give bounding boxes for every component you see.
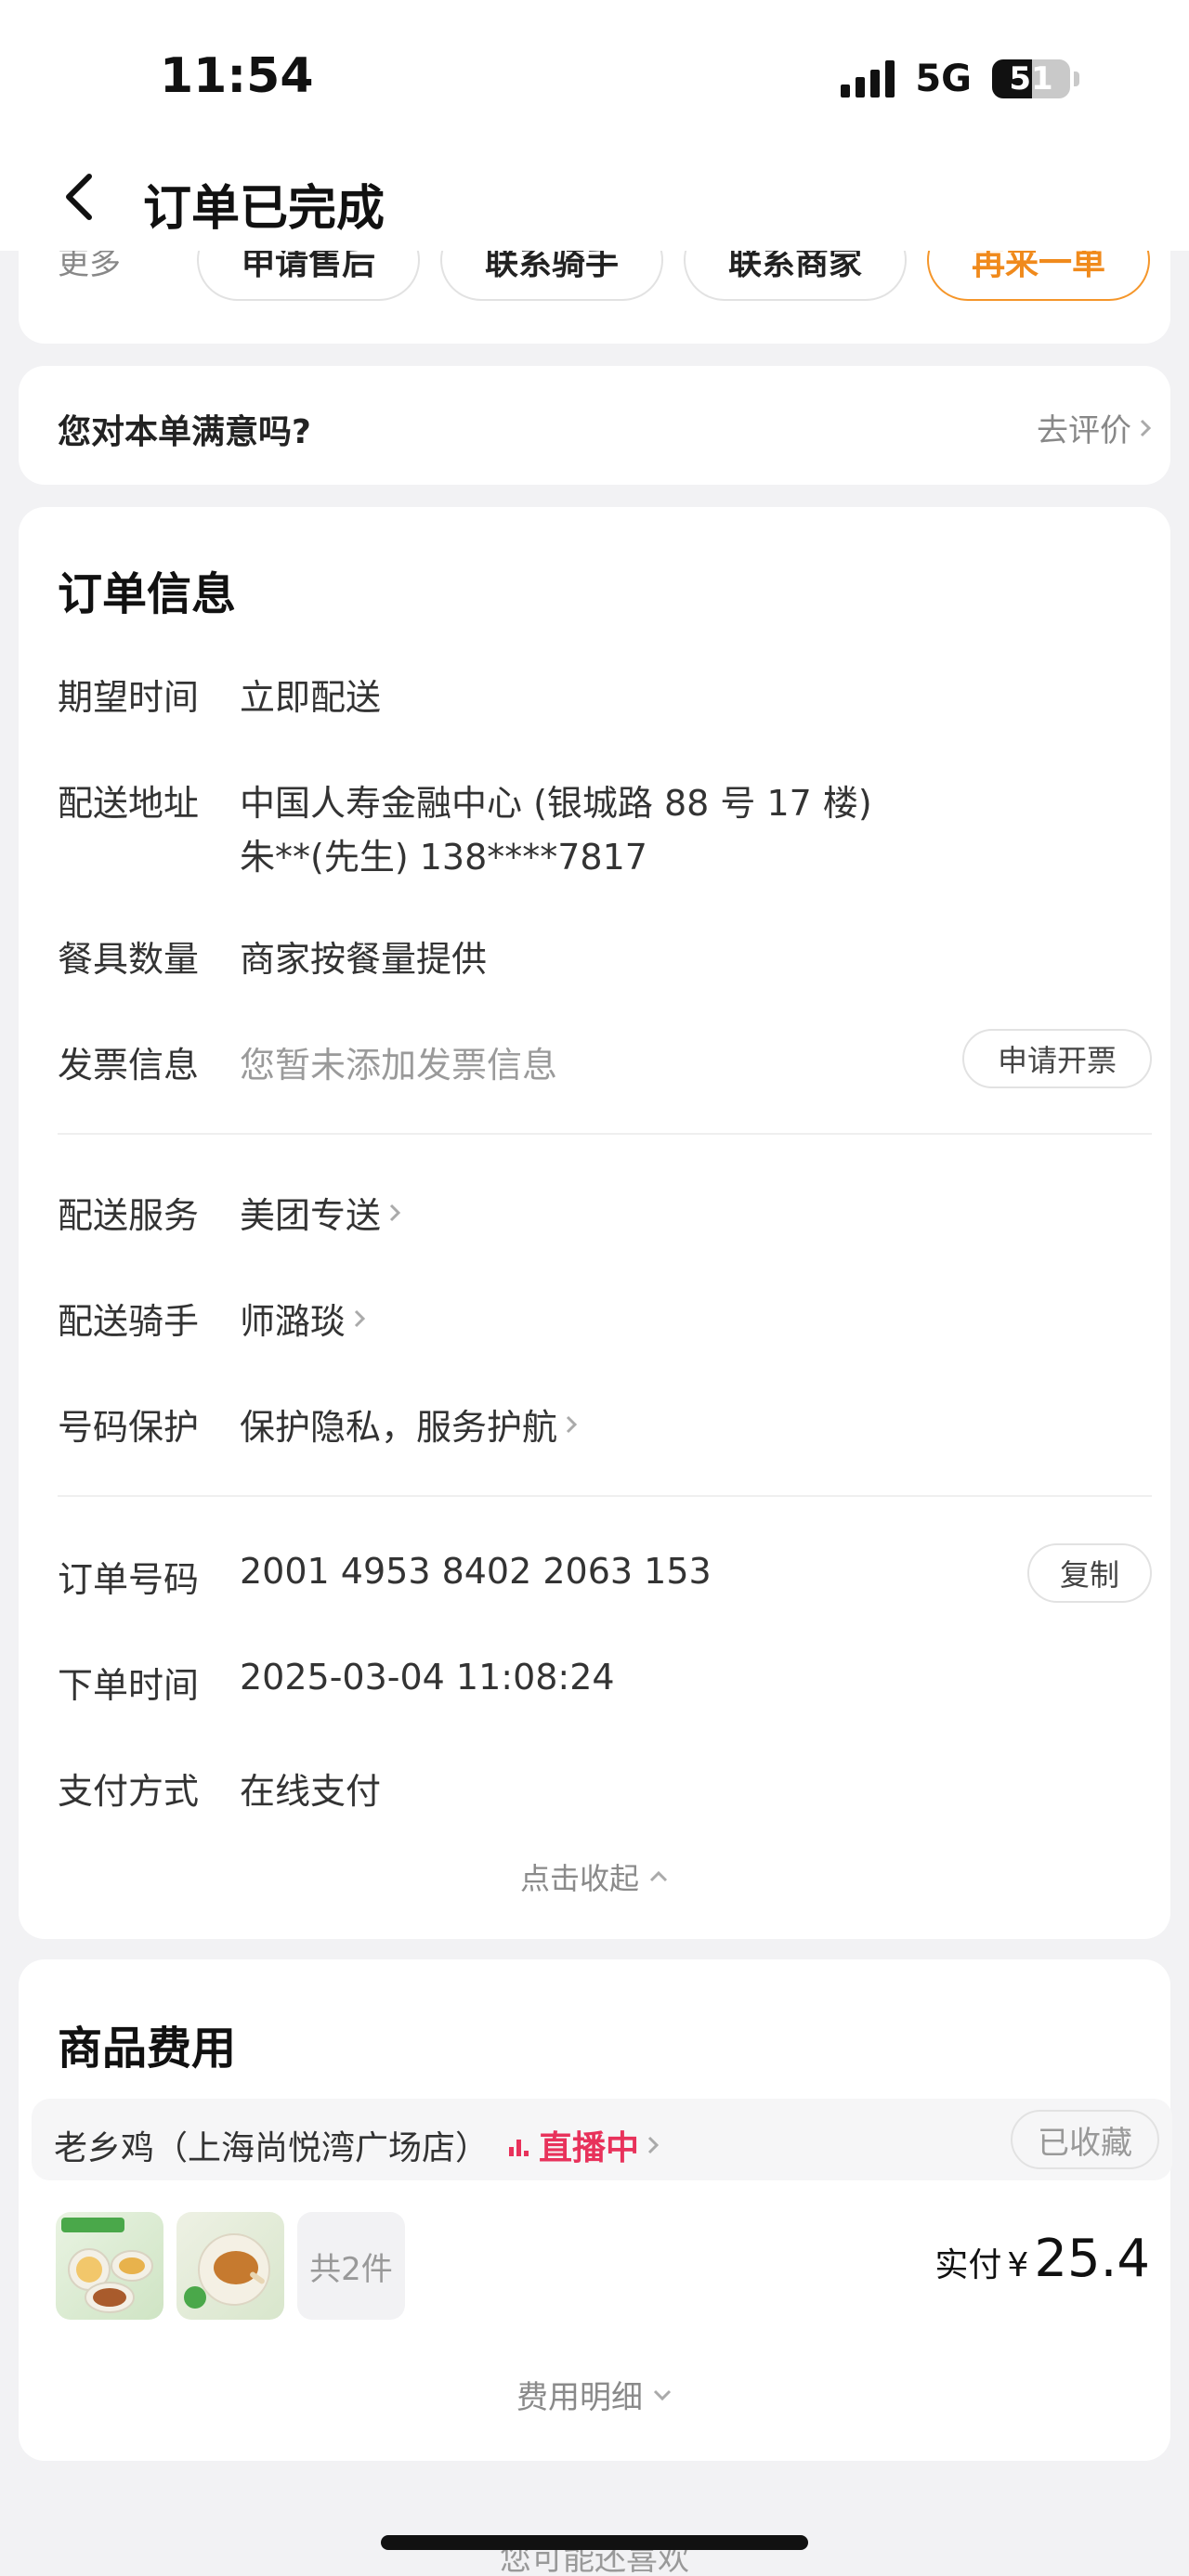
chevron-right-icon bbox=[1140, 419, 1152, 436]
chevron-right-icon bbox=[647, 2136, 660, 2154]
live-label: 直播中 bbox=[539, 2129, 640, 2167]
invoice-label: 发票信息 bbox=[58, 1045, 200, 1086]
order-info-title: 订单信息 bbox=[58, 568, 237, 620]
fee-detail-toggle[interactable]: 费用明细 bbox=[19, 2372, 1170, 2417]
chevron-right-icon bbox=[354, 1309, 366, 1327]
go-review-label: 去评价 bbox=[1037, 412, 1131, 449]
order-info-card: 订单信息 期望时间 立即配送 配送地址 中国人寿金融中心 (银城路 88 号 1… bbox=[19, 507, 1170, 1939]
copy-button[interactable]: 复制 bbox=[1027, 1543, 1152, 1603]
go-review-link[interactable]: 去评价 bbox=[1037, 405, 1152, 450]
store-row[interactable]: 老乡鸡（上海尚悦湾广场店） 直播中 已收藏 bbox=[32, 2099, 1172, 2180]
number-protect-link[interactable]: 保护隐私，服务护航 bbox=[240, 1399, 578, 1450]
live-badge[interactable]: 直播中 bbox=[507, 2121, 660, 2169]
delivery-service-label: 配送服务 bbox=[58, 1195, 200, 1236]
status-icons: 5G 51 bbox=[841, 58, 1079, 100]
tableware-label: 餐具数量 bbox=[58, 939, 200, 980]
total-paid: 实付 ¥ 25.4 bbox=[934, 2229, 1150, 2289]
paid-amount: 25.4 bbox=[1034, 2229, 1150, 2289]
rating-question: 您对本单满意吗? bbox=[58, 413, 311, 451]
expect-time-value: 立即配送 bbox=[240, 677, 382, 718]
collapse-toggle[interactable]: 点击收起 bbox=[19, 1855, 1170, 1898]
home-indicator[interactable] bbox=[381, 2535, 808, 2550]
status-bar: 11:54 5G 51 bbox=[0, 0, 1189, 149]
divider bbox=[58, 1495, 1152, 1497]
order-no-label: 订单号码 bbox=[58, 1559, 200, 1600]
rider-value: 师潞琰 bbox=[240, 1301, 346, 1342]
chevron-up-icon bbox=[649, 1870, 668, 1882]
rating-card[interactable]: 您对本单满意吗? 去评价 bbox=[19, 366, 1170, 485]
signal-icon bbox=[841, 60, 895, 98]
pay-method-label: 支付方式 bbox=[58, 1771, 200, 1812]
delivery-service-link[interactable]: 美团专送 bbox=[240, 1187, 401, 1238]
store-name[interactable]: 老乡鸡（上海尚悦湾广场店） bbox=[54, 2121, 489, 2169]
fee-detail-label: 费用明细 bbox=[516, 2379, 643, 2416]
battery-icon: 51 bbox=[992, 59, 1070, 98]
chicken-leg-image bbox=[184, 2233, 270, 2309]
favorited-button[interactable]: 已收藏 bbox=[1011, 2110, 1159, 2169]
rider-label: 配送骑手 bbox=[58, 1301, 200, 1342]
address-line1: 中国人寿金融中心 (银城路 88 号 17 楼) bbox=[240, 783, 872, 824]
product-thumbnail[interactable] bbox=[176, 2212, 284, 2320]
number-protect-label: 号码保护 bbox=[58, 1407, 200, 1448]
product-thumbnail[interactable] bbox=[56, 2212, 163, 2320]
battery-tip bbox=[1074, 72, 1079, 86]
network-label: 5G bbox=[915, 58, 972, 100]
pay-method-value: 在线支付 bbox=[240, 1771, 382, 1812]
tableware-value: 商家按餐量提供 bbox=[240, 939, 488, 980]
live-bars-icon bbox=[509, 2140, 529, 2156]
collapse-label: 点击收起 bbox=[519, 1861, 639, 1896]
paid-label: 实付 bbox=[934, 2246, 1002, 2284]
order-time-label: 下单时间 bbox=[58, 1665, 200, 1706]
order-no-value: 2001 4953 8402 2063 153 bbox=[240, 1551, 712, 1592]
food-bowls-image bbox=[61, 2218, 153, 2313]
divider bbox=[58, 1133, 1152, 1135]
battery-level: 51 bbox=[1009, 60, 1053, 98]
delivery-service-value: 美团专送 bbox=[240, 1195, 382, 1236]
back-arrow-icon[interactable] bbox=[58, 169, 104, 225]
nav-bar: 订单已完成 bbox=[0, 149, 1189, 251]
number-protect-value: 保护隐私，服务护航 bbox=[240, 1407, 558, 1448]
address-contact: 朱**(先生) 138****7817 bbox=[240, 837, 647, 878]
chevron-right-icon bbox=[389, 1203, 401, 1221]
currency-symbol: ¥ bbox=[1007, 2246, 1029, 2284]
address-label: 配送地址 bbox=[58, 783, 200, 824]
order-time-value: 2025-03-04 11:08:24 bbox=[240, 1657, 615, 1698]
chevron-right-icon bbox=[566, 1415, 578, 1433]
item-count-badge[interactable]: 共2件 bbox=[297, 2212, 405, 2320]
chevron-down-icon bbox=[653, 2389, 672, 2400]
status-time: 11:54 bbox=[160, 48, 314, 104]
page-title: 订单已完成 bbox=[143, 181, 385, 237]
goods-fee-card: 商品费用 老乡鸡（上海尚悦湾广场店） 直播中 已收藏 共2件 实付 ¥ 25.4… bbox=[19, 1959, 1172, 2461]
goods-fee-title: 商品费用 bbox=[58, 2023, 237, 2075]
apply-invoice-button[interactable]: 申请开票 bbox=[962, 1029, 1152, 1088]
invoice-value: 您暂未添加发票信息 bbox=[240, 1045, 558, 1086]
rider-link[interactable]: 师潞琰 bbox=[240, 1293, 366, 1344]
expect-time-label: 期望时间 bbox=[58, 677, 200, 718]
